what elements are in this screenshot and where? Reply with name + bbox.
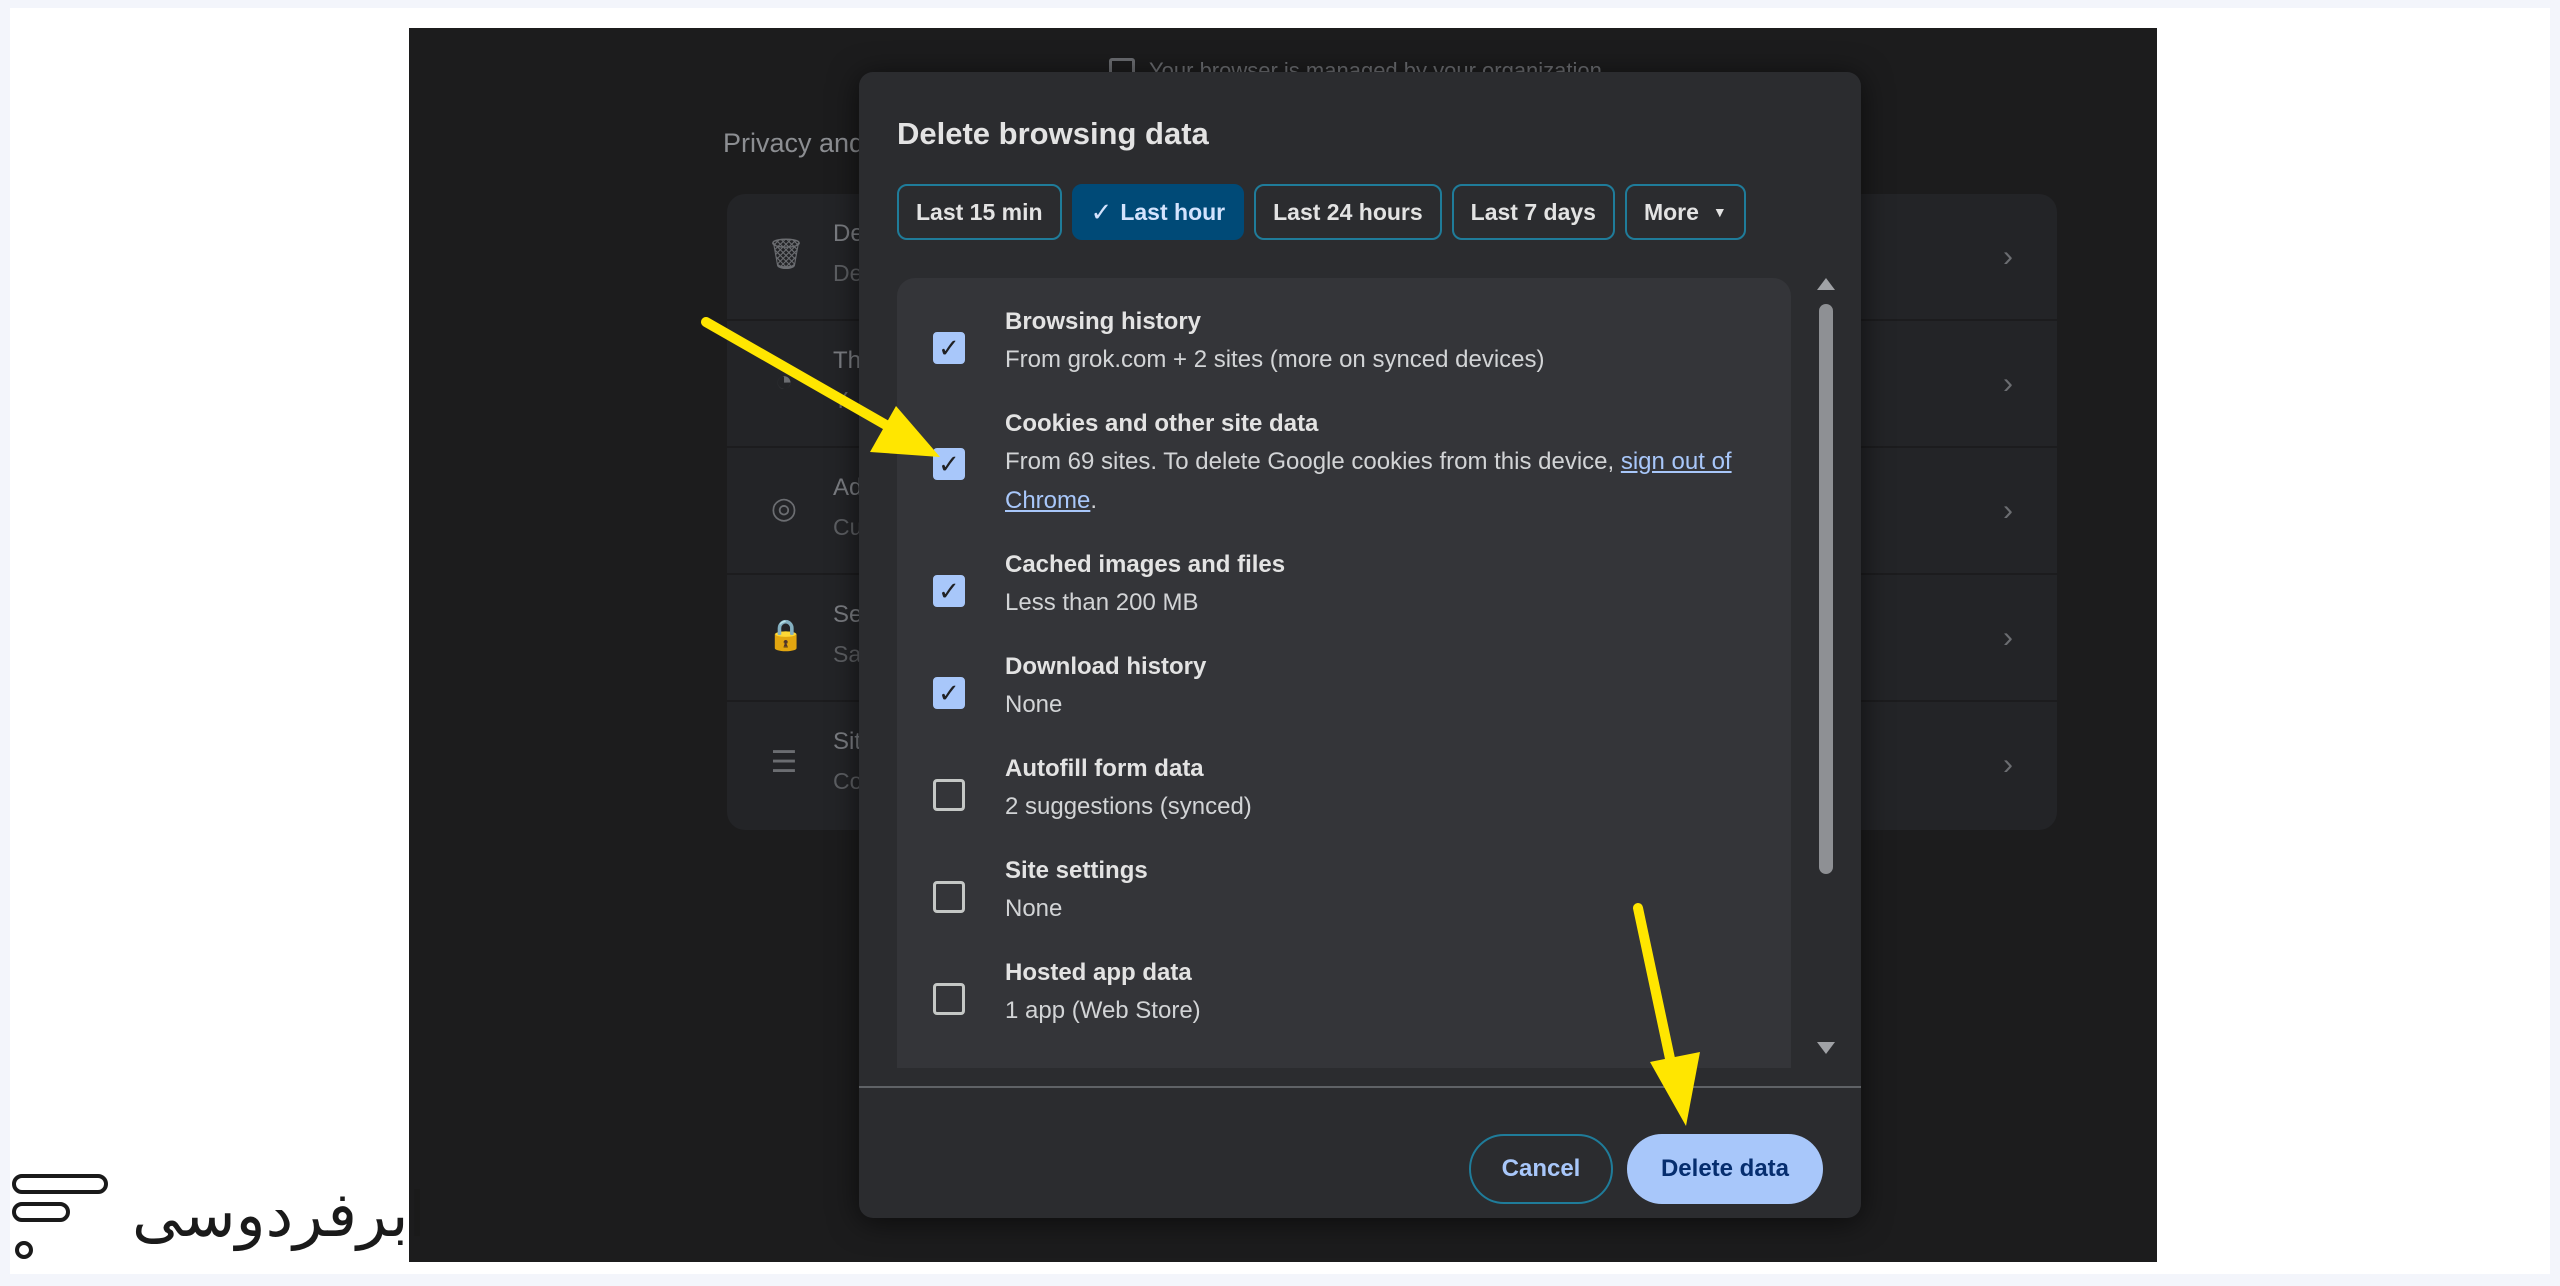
chip-last-7-days[interactable]: Last 7 days xyxy=(1451,184,1615,240)
delete-data-button[interactable]: Delete data xyxy=(1627,1134,1823,1204)
row-subtitle: De xyxy=(833,260,863,286)
chevron-right-icon: › xyxy=(2003,240,2013,273)
chip-more[interactable]: More ▼ xyxy=(1624,184,1746,240)
chip-last-24-hours[interactable]: Last 24 hours xyxy=(1254,184,1442,240)
item-description: 1 app (Web Store) xyxy=(1005,997,1201,1024)
row-subtitle: Cu xyxy=(833,514,863,540)
row-subtitle: Y xyxy=(833,387,849,413)
logo-text: ابرفردوسی xyxy=(132,1178,426,1251)
privacy-section-title: Privacy and xyxy=(723,128,865,158)
scroll-down-arrow-icon[interactable] xyxy=(1817,1042,1835,1054)
checkbox-browsing-history[interactable]: ✓ xyxy=(933,332,965,364)
item-title: Browsing history xyxy=(1005,308,1202,335)
chip-label: Last hour xyxy=(1120,198,1226,225)
row-title: Se xyxy=(833,601,863,628)
checkbox-site-settings[interactable] xyxy=(933,881,965,913)
cursor-icon: ◎ xyxy=(770,492,798,525)
time-range-chips: Last 15 min ✓ Last hour Last 24 hours La… xyxy=(897,184,1746,240)
item-title: Site settings xyxy=(1005,857,1148,884)
row-title: Ad xyxy=(833,474,863,501)
chip-label: More xyxy=(1643,198,1699,225)
chip-last-hour[interactable]: ✓ Last hour xyxy=(1071,184,1245,240)
row-subtitle: Co xyxy=(833,768,863,794)
checkbox-download-history[interactable]: ✓ xyxy=(933,677,965,709)
chevron-right-icon: › xyxy=(2003,494,2013,527)
sliders-icon: ☰ xyxy=(770,746,798,779)
desc-suffix: . xyxy=(1090,487,1098,514)
footer-divider xyxy=(859,1086,1861,1088)
row-subtitle: Sa xyxy=(833,641,862,667)
cancel-button[interactable]: Cancel xyxy=(1469,1134,1613,1204)
chip-last-15-min[interactable]: Last 15 min xyxy=(897,184,1062,240)
delete-browsing-data-dialog: Delete browsing data Last 15 min ✓ Last … xyxy=(859,72,1861,1218)
checkbox-cached-images[interactable]: ✓ xyxy=(933,575,965,607)
item-description: From 69 sites. To delete Google cookies … xyxy=(1005,442,1755,520)
chip-label: Last 24 hours xyxy=(1273,198,1423,225)
item-title: Cookies and other site data xyxy=(1005,410,1319,437)
logo-mark-icon xyxy=(12,1174,108,1259)
caret-down-icon: ▼ xyxy=(1712,204,1727,220)
scroll-thumb[interactable] xyxy=(1819,304,1833,874)
scrollbar[interactable] xyxy=(1817,278,1835,1054)
checkbox-autofill[interactable] xyxy=(933,779,965,811)
item-title: Autofill form data xyxy=(1005,755,1204,782)
checkmark-icon: ✓ xyxy=(1090,196,1113,227)
browser-screen: Your browser is managed by your organiza… xyxy=(409,28,2157,1262)
item-description: None xyxy=(1005,691,1063,718)
item-title: Download history xyxy=(1005,653,1207,680)
chevron-right-icon: › xyxy=(2003,621,2013,654)
item-title: Cached images and files xyxy=(1005,551,1286,578)
chevron-right-icon: › xyxy=(2003,748,2013,781)
dialog-title: Delete browsing data xyxy=(897,116,1209,151)
item-description: 2 suggestions (synced) xyxy=(1005,793,1252,820)
scroll-up-arrow-icon[interactable] xyxy=(1817,278,1835,290)
chip-label: Last 7 days xyxy=(1470,198,1596,225)
desc-prefix: From 69 sites. To delete Google cookies … xyxy=(1005,448,1621,475)
item-description: None xyxy=(1005,895,1063,922)
data-types-list: ✓ Browsing history From grok.com + 2 sit… xyxy=(897,278,1791,1068)
chevron-right-icon: › xyxy=(2003,367,2013,400)
checkbox-hosted-app-data[interactable] xyxy=(933,983,965,1015)
gauge-icon: ◔ xyxy=(774,365,794,398)
item-description: Less than 200 MB xyxy=(1005,589,1199,616)
trash-icon: 🗑 xyxy=(767,238,806,271)
row-title: Th xyxy=(833,347,862,374)
lock-icon: 🔒 xyxy=(767,619,805,652)
item-description: From grok.com + 2 sites (more on synced … xyxy=(1005,346,1545,373)
watermark-logo: ابرفردوسی xyxy=(12,1170,426,1270)
item-title: Hosted app data xyxy=(1005,959,1192,986)
chip-label: Last 15 min xyxy=(916,198,1043,225)
checkbox-cookies[interactable]: ✓ xyxy=(933,448,965,480)
row-title: Sit xyxy=(833,728,862,755)
